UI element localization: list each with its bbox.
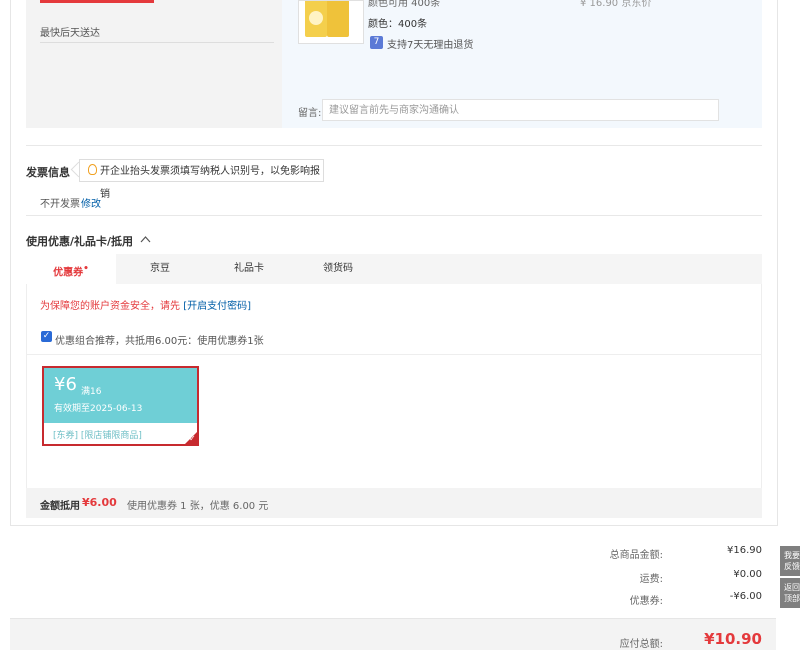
chevron-up-icon[interactable] [140,235,151,243]
tab-dot: • [83,264,89,274]
color-value: 400条 [398,19,428,30]
payable-label: 应付总额: [619,639,663,650]
product-spec: 颜色可用 400条 [368,0,441,9]
product-thumbnail[interactable] [298,0,364,44]
combo-checkbox[interactable]: ✓ [41,331,52,342]
enable-password-link[interactable]: [开启支付密码] [183,301,251,312]
coupon-validity: 有效期至2025-06-13 [54,404,143,414]
delivery-panel [26,0,282,128]
divider [26,145,762,146]
summary-label: 金额抵用 [40,501,80,512]
goods-total-value: ¥16.90 [727,545,762,556]
check-icon: ✓ [189,434,196,443]
tab-label: 优惠券 [53,267,84,279]
coupon-total-label: 优惠券: [629,596,663,607]
tab-coupons[interactable]: 优惠券• [26,254,116,284]
return-icon: 7 [370,36,383,49]
security-warning: 为保障您的账户资金安全，请先 [开启支付密码] [40,297,251,312]
invoice-modify-link[interactable]: 修改 [81,195,101,210]
invoice-status: 不开发票 [40,199,80,210]
coupon-tag: [东券] [53,431,79,441]
coupon-amount: ¥6 [54,374,77,395]
color-label: 颜色： [368,19,398,30]
invoice-title: 发票信息 [26,166,70,179]
selected-indicator [40,0,154,3]
delivery-note: 最快后天送达 [40,28,100,39]
lightbulb-icon [88,164,97,175]
note-label: 留言: [298,108,322,119]
tab-pickup-code[interactable]: 领货码 [296,254,380,284]
goods-total-label: 总商品金额: [609,550,663,561]
back-to-top-button[interactable]: 返回顶部 [780,578,800,608]
feedback-button[interactable]: 我要反馈 [780,546,800,576]
product-color: 颜色：400条 [368,15,427,30]
divider [40,42,274,43]
summary-detail: 使用优惠券 1 张，优惠 6.00 元 [127,501,269,512]
tab-gift-card[interactable]: 礼品卡 [206,254,292,284]
shipping-label: 运费: [639,574,663,585]
coupon-total-value: -¥6.00 [729,591,762,602]
coupon-tag: [限店铺限商品] [80,431,142,441]
return-policy: 支持7天无理由退货 [387,40,474,51]
tab-jingdou[interactable]: 京豆 [118,254,202,284]
payable-value: ¥10.90 [704,630,762,648]
coupon-tags: [东券] [限店铺限商品] [53,428,142,441]
coupon-threshold: 满16 [81,387,102,397]
discount-title: 使用优惠/礼品卡/抵用 [26,235,134,248]
note-input[interactable]: 建议留言前先与商家沟通确认 [322,99,719,121]
invoice-tip: 开企业抬头发票须填写纳税人识别号，以免影响报销 [79,159,324,200]
divider [26,215,762,216]
summary-amount: ¥6.00 [82,496,117,509]
shipping-value: ¥0.00 [733,569,762,580]
security-text: 为保障您的账户资金安全，请先 [40,301,180,312]
combo-label: 优惠组合推荐，共抵用6.00元：使用优惠券1张 [55,336,264,347]
product-price: ¥ 16.90 京东价 [580,0,652,9]
